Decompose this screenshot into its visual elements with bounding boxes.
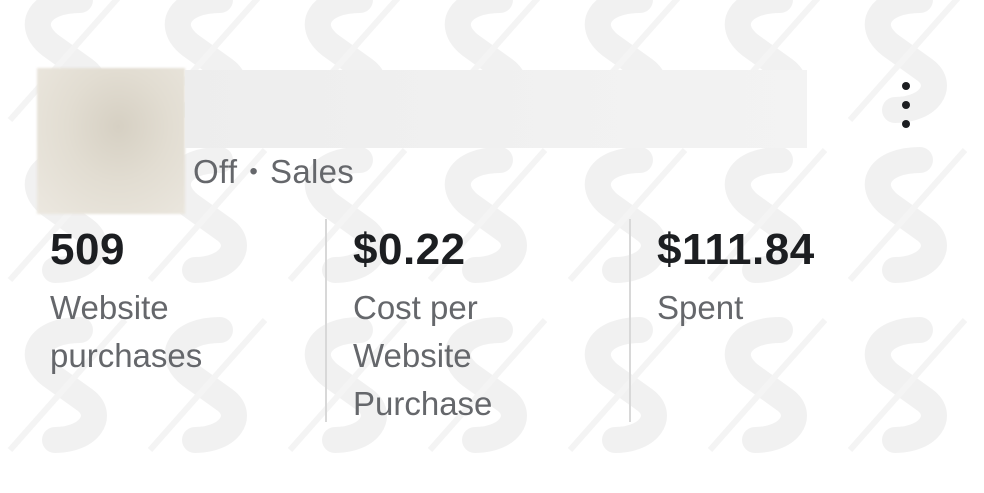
more-vertical-icon[interactable]: [890, 82, 922, 128]
metric-label: Cost per Website Purchase: [353, 289, 493, 422]
metric-label: Spent: [657, 289, 744, 326]
campaign-subtitle: Off • Sales: [193, 153, 354, 191]
campaign-status: Off: [193, 153, 238, 190]
metric-divider: [629, 219, 631, 422]
metric-value: 509: [50, 225, 125, 274]
campaign-card[interactable]: Off • Sales 509 Website purchases $0.22 Co…: [0, 0, 984, 493]
metric-cost-per-purchase: $0.22 Cost per Website Purchase: [353, 224, 603, 428]
metric-divider: [325, 219, 327, 422]
metric-spent: $111.84 Spent: [657, 224, 957, 332]
metric-label: Website purchases: [50, 289, 203, 374]
metric-value: $111.84: [657, 225, 815, 274]
metric-website-purchases: 509 Website purchases: [50, 224, 300, 380]
campaign-thumbnail: [37, 68, 185, 214]
metric-value: $0.22: [353, 225, 466, 274]
subtitle-separator: •: [249, 158, 259, 185]
campaign-objective: Sales: [270, 153, 355, 190]
campaign-name-redacted: [185, 70, 807, 148]
